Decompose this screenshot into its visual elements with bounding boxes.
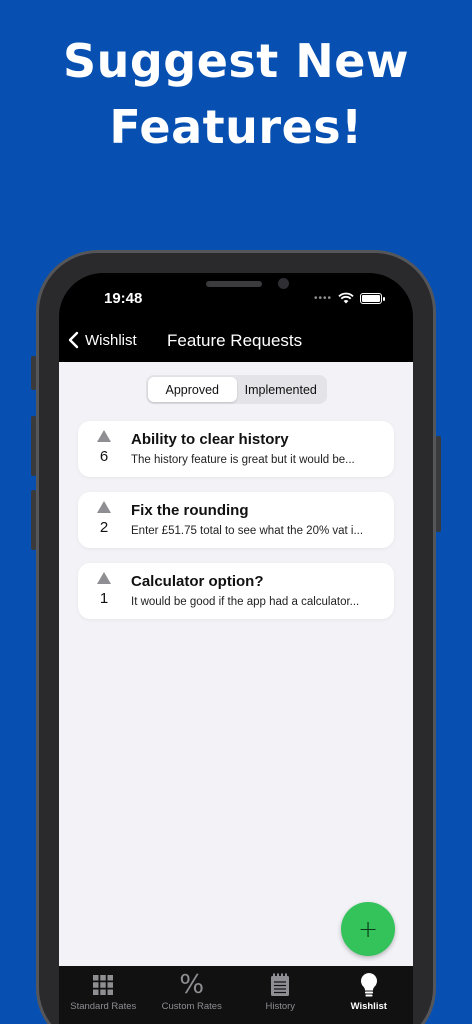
wifi-icon xyxy=(338,292,354,304)
tab-bar: Standard Rates % Custom Rates History Wi… xyxy=(59,966,413,1024)
speaker-grille xyxy=(206,281,262,287)
vote-control: 1 xyxy=(92,572,116,607)
feature-description: It would be good if the app had a calcul… xyxy=(131,596,360,608)
feature-title: Fix the rounding xyxy=(131,502,249,519)
feature-request-card[interactable]: 2 Fix the rounding Enter £51.75 total to… xyxy=(78,492,394,548)
headline-line-2: Features! xyxy=(109,100,363,154)
tab-label: Standard Rates xyxy=(70,1001,137,1012)
tab-history[interactable]: History xyxy=(236,966,325,1024)
headline-line-1: Suggest New xyxy=(62,34,409,88)
vote-count: 6 xyxy=(99,448,109,465)
phone-volume-up xyxy=(31,416,36,476)
chevron-left-icon xyxy=(68,331,79,349)
status-icons: •••• xyxy=(314,292,386,304)
feature-title: Calculator option? xyxy=(131,573,264,590)
vote-control: 6 xyxy=(92,430,116,465)
front-camera xyxy=(278,278,289,289)
feature-request-card[interactable]: 6 Ability to clear history The history f… xyxy=(78,421,394,477)
tab-standard-rates[interactable]: Standard Rates xyxy=(59,966,148,1024)
notepad-icon xyxy=(271,973,290,996)
status-time: 19:48 xyxy=(104,290,143,307)
phone-volume-down xyxy=(31,490,36,550)
battery-icon xyxy=(360,292,386,304)
feature-request-card[interactable]: 1 Calculator option? It would be good if… xyxy=(78,563,394,619)
page-title: Feature Requests xyxy=(167,331,303,350)
percent-icon: % xyxy=(179,970,205,1000)
feature-description: Enter £51.75 total to see what the 20% v… xyxy=(131,525,364,537)
feature-title: Ability to clear history xyxy=(131,431,289,448)
plus-icon: + xyxy=(357,915,379,943)
tab-label: Wishlist xyxy=(350,1001,387,1012)
back-button-label: Wishlist xyxy=(85,331,137,349)
tab-wishlist[interactable]: Wishlist xyxy=(325,966,414,1024)
tab-custom-rates[interactable]: % Custom Rates xyxy=(148,966,237,1024)
vote-count: 1 xyxy=(99,590,109,607)
signal-dots-icon: •••• xyxy=(314,292,333,304)
status-segmented-control: Approved Implemented xyxy=(146,375,327,404)
upvote-arrow-icon[interactable] xyxy=(97,572,111,584)
grid-icon xyxy=(93,975,114,995)
tab-label: Custom Rates xyxy=(161,1001,222,1012)
feature-list-area: Approved Implemented 6 Ability to clear … xyxy=(59,362,413,966)
upvote-arrow-icon[interactable] xyxy=(97,501,111,513)
phone-silent-switch xyxy=(31,356,36,390)
back-button[interactable]: Wishlist xyxy=(67,331,137,349)
phone-power-button xyxy=(436,436,441,532)
vote-control: 2 xyxy=(92,501,116,536)
promo-headline: Suggest New Features! xyxy=(0,28,472,160)
upvote-arrow-icon[interactable] xyxy=(97,430,111,442)
add-feature-button[interactable]: + xyxy=(341,902,395,956)
navigation-bar: Wishlist Feature Requests xyxy=(59,322,413,362)
segment-approved[interactable]: Approved xyxy=(148,377,237,402)
lightbulb-icon xyxy=(360,973,377,997)
segment-implemented[interactable]: Implemented xyxy=(237,377,326,402)
feature-description: The history feature is great but it woul… xyxy=(131,454,355,466)
vote-count: 2 xyxy=(99,519,109,536)
tab-label: History xyxy=(265,1001,296,1012)
